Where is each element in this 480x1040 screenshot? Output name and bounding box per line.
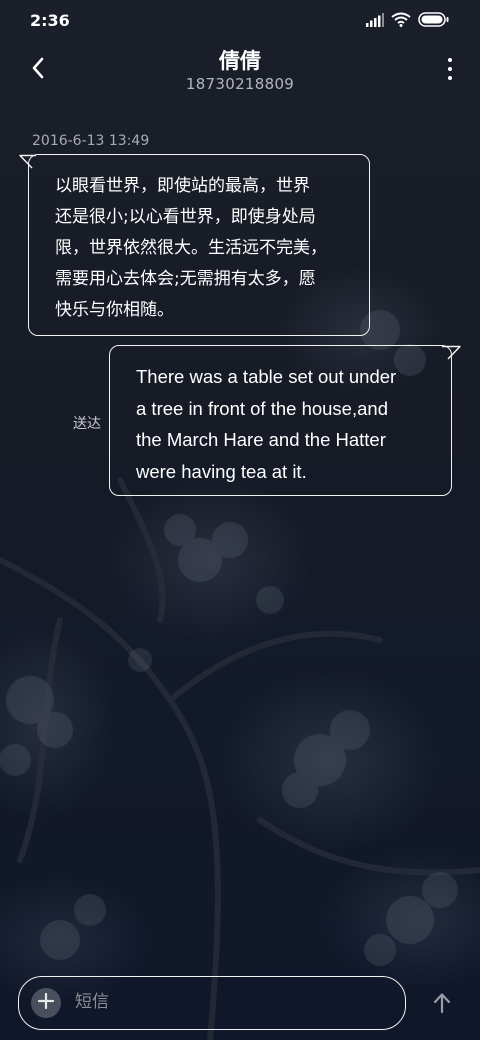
status-bar: 2:36 <box>0 0 480 40</box>
battery-icon <box>418 12 450 31</box>
message-line: There was a table set out under <box>136 366 397 387</box>
contact-name: 倩倩 <box>219 49 261 73</box>
message-line: 以眼看世界，即使站的最高，世界 <box>55 176 310 196</box>
add-attachment-button[interactable] <box>31 988 61 1018</box>
wifi-icon <box>391 12 411 31</box>
delivery-status: 送达 <box>73 416 101 432</box>
contact-number: 18730218809 <box>185 75 295 93</box>
message-line: 限，世界依然很大。生活远不完美， <box>55 238 327 258</box>
message-line: a tree in front of the house,and <box>136 397 388 419</box>
message-input[interactable]: 短信 <box>75 977 109 1028</box>
outgoing-message-bubble[interactable]: There was a table set out under a tree i… <box>109 345 452 496</box>
arrow-up-icon <box>432 992 452 1018</box>
message-line: 还是很小;以心看世界，即使身处局 <box>55 207 316 227</box>
more-options-button[interactable] <box>444 56 456 84</box>
status-icons <box>366 12 456 30</box>
message-timestamp: 2016-6-13 13:49 <box>32 133 150 149</box>
message-line: 需要用心去体会;无需拥有太多，愿 <box>55 269 316 289</box>
message-line: the March Hare and the Hatter <box>136 429 386 450</box>
send-button[interactable] <box>428 990 456 1020</box>
compose-bar: 短信 <box>18 976 406 1030</box>
more-vertical-icon <box>448 58 452 80</box>
incoming-message-bubble[interactable]: 以眼看世界，即使站的最高，世界 还是很小;以心看世界，即使身处局 限，世界依然很… <box>28 154 370 336</box>
message-line: 快乐与你相随。 <box>55 300 174 320</box>
status-time: 2:36 <box>30 11 70 30</box>
signal-icon <box>366 12 384 31</box>
plus-icon <box>37 992 55 1013</box>
message-line: were having tea at it. <box>136 460 307 482</box>
